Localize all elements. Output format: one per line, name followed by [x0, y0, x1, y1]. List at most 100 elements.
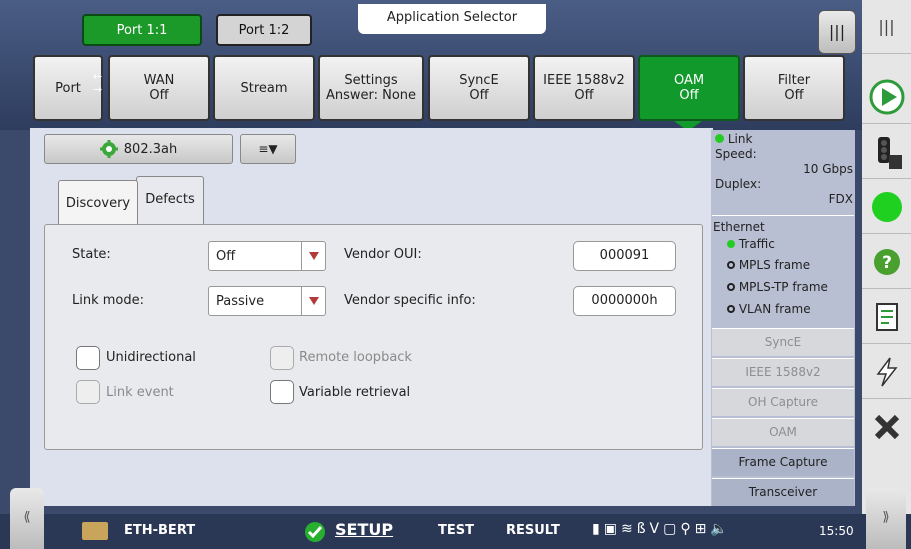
duplex-label: Duplex:: [715, 177, 762, 191]
link-event-checkbox[interactable]: [76, 380, 100, 404]
remote-loopback-label: Remote loopback: [299, 350, 412, 365]
variable-retrieval-checkbox[interactable]: [270, 380, 294, 404]
gear-icon: [99, 140, 118, 158]
help-icon[interactable]: ?: [862, 235, 911, 289]
subtab-label: Defects: [145, 192, 195, 207]
side-button-frame-capture[interactable]: Frame Capture: [712, 448, 854, 476]
display-icon: ▢: [663, 521, 681, 537]
tab-oam[interactable]: OAM Off: [638, 55, 740, 121]
checkmark-icon: [304, 521, 326, 547]
application-selector[interactable]: Application Selector: [358, 4, 546, 34]
bottom-tab-test[interactable]: TEST: [438, 523, 474, 538]
subtab-discovery[interactable]: Discovery: [58, 180, 138, 226]
network-icon: ⊞: [694, 521, 711, 537]
profile-label: 802.3ah: [123, 141, 178, 157]
port-tab-1-1[interactable]: Port 1:1: [82, 14, 202, 46]
status-led-icon[interactable]: [862, 180, 911, 234]
link-mode-label: Link mode:: [72, 293, 145, 308]
close-icon[interactable]: [862, 400, 911, 454]
tab-sublabel: Off: [679, 88, 699, 103]
triangle-down-icon: [301, 287, 325, 315]
mpls-tp-led-icon: [727, 283, 735, 291]
tab-sublabel: Off: [574, 88, 594, 103]
speed-value: 10 Gbps: [803, 162, 853, 176]
wifi-icon: ≋: [620, 521, 637, 537]
state-label: State:: [72, 247, 111, 262]
variable-retrieval-label: Variable retrieval: [299, 385, 411, 400]
speed-label: Speed:: [715, 147, 757, 161]
link-led-icon: [715, 134, 724, 143]
vendor-oui-field[interactable]: 000091: [573, 241, 676, 271]
tab-synce[interactable]: SyncE Off: [428, 55, 530, 121]
side-button-oh-capture[interactable]: OH Capture: [712, 388, 854, 416]
tab-stream[interactable]: Stream: [213, 55, 315, 121]
side-button-ieee1588v2[interactable]: IEEE 1588v2: [712, 358, 854, 386]
tab-sublabel: Off: [149, 88, 169, 103]
traffic-led-icon: [727, 240, 735, 248]
speaker-icon: 🔈: [710, 521, 732, 537]
vendor-info-label: Vendor specific info:: [344, 293, 476, 308]
side-button-oam[interactable]: OAM: [712, 418, 854, 446]
side-button-label: IEEE 1588v2: [745, 365, 821, 379]
play-icon[interactable]: [862, 70, 911, 124]
state-select[interactable]: Off: [208, 241, 326, 271]
mpls-led-icon: [727, 261, 735, 269]
bottom-tab-setup[interactable]: SETUP: [335, 520, 393, 539]
usb-icon: ⚲: [680, 521, 695, 537]
bluetooth-icon: ß: [636, 521, 650, 537]
port-tab-label: Port 1:1: [116, 22, 168, 38]
app-name: ETH-BERT: [124, 523, 196, 538]
v-icon: V: [649, 521, 664, 537]
menu-button[interactable]: ≡▼: [240, 134, 296, 164]
layout-icon[interactable]: |||: [862, 0, 911, 54]
tab-ieee1588v2[interactable]: IEEE 1588v2 Off: [533, 55, 635, 121]
side-button-transceiver[interactable]: Transceiver: [712, 478, 854, 506]
vlan-label: VLAN frame: [738, 302, 811, 316]
mpls-tp-label: MPLS-TP frame: [738, 280, 828, 294]
tab-filter[interactable]: Filter Off: [743, 55, 845, 121]
divider: [712, 215, 854, 216]
tab-label: SyncE: [459, 73, 499, 88]
vlan-led-icon: [727, 305, 735, 313]
lightning-icon[interactable]: [862, 345, 911, 399]
report-icon[interactable]: [862, 290, 911, 344]
chevron-right-icon[interactable]: ⟫: [866, 488, 906, 549]
list-icon: ≡▼: [258, 142, 278, 156]
tab-wan[interactable]: WAN Off: [108, 55, 210, 121]
side-button-label: Frame Capture: [738, 455, 828, 469]
vendor-info-field[interactable]: 0000000h: [573, 286, 676, 316]
bottom-tab-result[interactable]: RESULT: [506, 523, 560, 538]
traffic-label: Traffic: [738, 237, 775, 251]
port-arrow-icon: ← →: [93, 70, 103, 96]
oam-profile-button[interactable]: 802.3ah: [44, 134, 233, 164]
tab-sublabel: Off: [784, 88, 804, 103]
port-tab-1-2[interactable]: Port 1:2: [216, 14, 312, 46]
subtab-label: Discovery: [65, 196, 131, 211]
remote-loopback-checkbox[interactable]: [270, 346, 294, 370]
status-icons: ▮▣≋ßV▢⚲⊞🔈: [592, 521, 732, 537]
link-mode-select[interactable]: Passive: [208, 286, 326, 316]
tab-settings[interactable]: Settings Answer: None: [318, 55, 424, 121]
side-button-label: Transceiver: [748, 485, 818, 499]
link-event-label: Link event: [106, 385, 174, 400]
triangle-down-icon: [301, 242, 325, 270]
screen-icon: ▣: [603, 521, 621, 537]
tab-sublabel: Off: [469, 88, 489, 103]
chevron-left-icon[interactable]: ⟪: [10, 488, 44, 549]
app-selector-label: Application Selector: [386, 10, 518, 25]
link-label: Link: [727, 132, 753, 146]
subtab-defects[interactable]: Defects: [136, 176, 204, 224]
duplex-value: FDX: [828, 192, 853, 206]
side-button-label: SyncE: [764, 335, 802, 349]
tab-label: IEEE 1588v2: [543, 73, 625, 88]
traffic-light-icon[interactable]: [862, 125, 911, 179]
link-mode-value: Passive: [216, 293, 265, 309]
tab-label: Filter: [777, 73, 811, 88]
unidirectional-checkbox[interactable]: [76, 346, 100, 370]
link-status: Link Speed: 10 Gbps Duplex: FDX: [715, 132, 853, 207]
side-button-synce[interactable]: SyncE: [712, 328, 854, 356]
side-button-label: OAM: [769, 425, 797, 439]
tab-label: OAM: [673, 73, 705, 88]
columns-icon[interactable]: |||: [818, 10, 856, 54]
state-value: Off: [216, 248, 236, 264]
